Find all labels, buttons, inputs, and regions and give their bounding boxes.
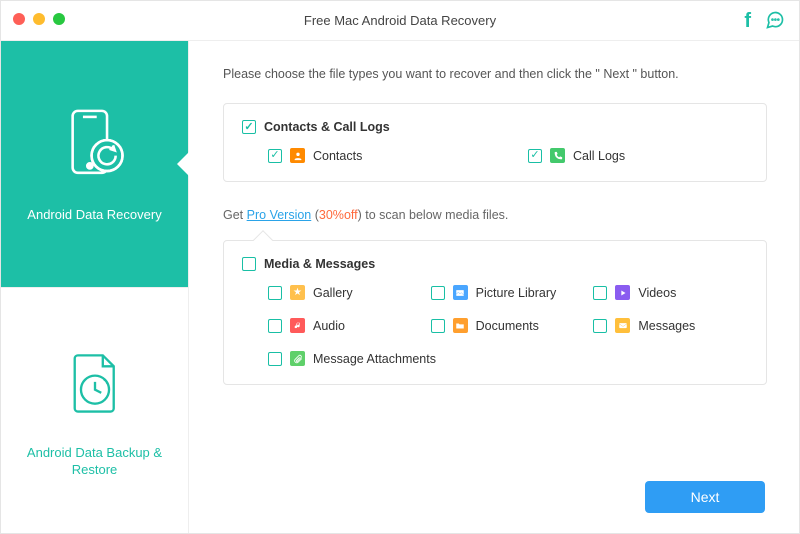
option-audio[interactable]: Audio [268, 318, 423, 333]
group-media-header[interactable]: Media & Messages [242, 257, 748, 271]
call-logs-icon [550, 148, 565, 163]
checkbox-icon[interactable] [593, 319, 607, 333]
group-title: Media & Messages [264, 257, 375, 271]
checkbox-icon[interactable] [242, 257, 256, 271]
option-label: Message Attachments [313, 352, 436, 366]
option-gallery[interactable]: ★ Gallery [268, 285, 423, 300]
option-label: Videos [638, 286, 676, 300]
zoom-icon[interactable] [53, 13, 65, 25]
checkbox-icon[interactable] [431, 319, 445, 333]
sidebar-item-label: Android Data Recovery [27, 206, 161, 224]
sidebar-item-recovery[interactable]: Android Data Recovery [1, 41, 188, 287]
messages-icon [615, 318, 630, 333]
checkbox-icon[interactable] [242, 120, 256, 134]
phone-recover-icon [52, 104, 138, 190]
audio-icon [290, 318, 305, 333]
videos-icon [615, 285, 630, 300]
option-label: Picture Library [476, 286, 557, 300]
option-label: Messages [638, 319, 695, 333]
group-contacts-header[interactable]: Contacts & Call Logs [242, 120, 748, 134]
panel-pointer-icon [253, 230, 273, 250]
pro-version-link[interactable]: Pro Version [247, 208, 312, 222]
option-label: Gallery [313, 286, 353, 300]
discount-off: off [344, 208, 358, 222]
facebook-icon[interactable]: f [744, 10, 751, 35]
option-documents[interactable]: Documents [431, 318, 586, 333]
file-clock-icon [52, 342, 138, 428]
main-panel: Please choose the file types you want to… [189, 41, 799, 533]
checkbox-icon[interactable] [593, 286, 607, 300]
option-label: Call Logs [573, 149, 625, 163]
option-label: Audio [313, 319, 345, 333]
checkbox-icon[interactable] [268, 319, 282, 333]
option-messages[interactable]: Messages [593, 318, 748, 333]
discount-value: 30% [319, 208, 344, 222]
instruction-text: Please choose the file types you want to… [223, 67, 767, 81]
option-contacts[interactable]: Contacts [268, 148, 488, 163]
checkbox-icon[interactable] [268, 286, 282, 300]
group-contacts-items: Contacts Call Logs [242, 148, 748, 163]
option-call-logs[interactable]: Call Logs [528, 148, 748, 163]
minimize-icon[interactable] [33, 13, 45, 25]
attachment-icon [290, 351, 305, 366]
app-window: Free Mac Android Data Recovery f [0, 0, 800, 534]
window-controls [13, 13, 65, 25]
option-message-attachments[interactable]: Message Attachments [268, 351, 585, 366]
titlebar: Free Mac Android Data Recovery f [1, 1, 799, 41]
checkbox-icon[interactable] [431, 286, 445, 300]
option-picture-library[interactable]: Picture Library [431, 285, 586, 300]
sidebar: Android Data Recovery Android Data Backu… [1, 41, 189, 533]
checkbox-icon[interactable] [268, 149, 282, 163]
group-title: Contacts & Call Logs [264, 120, 390, 134]
checkbox-icon[interactable] [528, 149, 542, 163]
promo-text: Get Pro Version (30%off) to scan below m… [223, 208, 767, 222]
option-videos[interactable]: Videos [593, 285, 748, 300]
contacts-icon [290, 148, 305, 163]
content-body: Android Data Recovery Android Data Backu… [1, 41, 799, 533]
group-media-items: ★ Gallery Picture Library [242, 285, 748, 366]
option-label: Documents [476, 319, 539, 333]
window-title: Free Mac Android Data Recovery [1, 13, 799, 28]
group-media-panel: Media & Messages ★ Gallery Picture Libra… [223, 240, 767, 385]
chat-icon[interactable] [765, 10, 785, 35]
gallery-icon: ★ [290, 285, 305, 300]
picture-library-icon [453, 285, 468, 300]
titlebar-actions: f [744, 10, 785, 35]
documents-icon [453, 318, 468, 333]
option-label: Contacts [313, 149, 362, 163]
sidebar-item-label: Android Data Backup & Restore [20, 444, 170, 479]
checkbox-icon[interactable] [268, 352, 282, 366]
next-button[interactable]: Next [645, 481, 765, 513]
sidebar-item-backup[interactable]: Android Data Backup & Restore [1, 287, 188, 534]
group-contacts-panel: Contacts & Call Logs Contacts [223, 103, 767, 182]
close-icon[interactable] [13, 13, 25, 25]
